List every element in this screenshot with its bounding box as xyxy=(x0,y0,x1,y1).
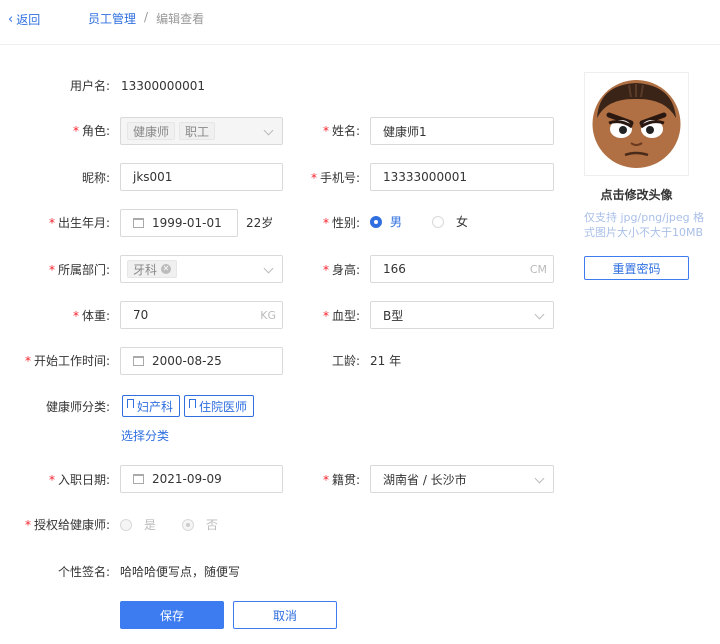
back-button[interactable]: ‹ 返回 xyxy=(8,11,40,28)
breadcrumb-separator: / xyxy=(144,10,149,24)
department-tag: 牙科 ✕ xyxy=(127,260,178,278)
origin-label: * 籍贯: xyxy=(322,473,360,487)
chevron-left-icon: ‹ xyxy=(8,12,14,27)
category-tag[interactable]: 妇产科 xyxy=(122,395,181,417)
select-category-link[interactable]: 选择分类 xyxy=(121,427,169,444)
gender-label: * 性别: xyxy=(322,216,360,230)
radio-unchecked-icon xyxy=(432,215,444,228)
chevron-down-icon xyxy=(534,309,545,320)
authorize-no-label: 否 xyxy=(206,518,219,532)
avatar-caption[interactable]: 点击修改头像 xyxy=(584,186,689,203)
birth-date-picker[interactable]: 1999-01-01 xyxy=(120,209,238,237)
gender-radio-female[interactable]: 女 xyxy=(432,213,468,230)
height-label: * 身高: xyxy=(322,263,360,277)
authorize-yes-label: 是 xyxy=(144,518,157,532)
authorize-label: * 授权给健康师: xyxy=(24,518,110,532)
calendar-icon xyxy=(133,474,144,484)
bookmark-icon xyxy=(189,398,196,408)
phone-label: * 手机号: xyxy=(310,171,360,185)
department-label: * 所属部门: xyxy=(48,263,110,277)
birth-value: 1999-01-01 xyxy=(152,216,222,230)
hire-date-label: * 入职日期: xyxy=(48,473,110,487)
calendar-icon xyxy=(133,356,144,366)
work-start-label: * 开始工作时间: xyxy=(24,354,110,368)
cancel-button[interactable]: 取消 xyxy=(233,601,337,629)
blood-type-select[interactable]: B型 xyxy=(370,301,554,329)
blood-label: * 血型: xyxy=(322,309,360,323)
close-icon[interactable]: ✕ xyxy=(161,264,172,274)
height-value: 166 xyxy=(383,262,406,276)
name-label: * 姓名: xyxy=(322,124,360,138)
bookmark-icon xyxy=(127,398,134,408)
breadcrumb: 员工管理 / 编辑查看 xyxy=(88,10,204,27)
gender-female-label: 女 xyxy=(456,215,469,229)
gender-radio-male[interactable]: 男 xyxy=(370,213,402,230)
seniority-value: 21 年 xyxy=(370,354,402,368)
category-label: 健康师分类: xyxy=(45,400,110,414)
phone-input[interactable]: 13333000001 xyxy=(370,163,554,191)
weight-label: * 体重: xyxy=(72,309,110,323)
username-value: 13300000001 xyxy=(121,79,205,93)
breadcrumb-employee-management[interactable]: 员工管理 xyxy=(88,10,136,27)
gender-male-label: 男 xyxy=(390,215,403,229)
height-unit: CM xyxy=(529,263,547,276)
username-label: 用户名: xyxy=(69,79,110,93)
signature-value: 哈哈哈便写点，随便写 xyxy=(120,565,241,579)
work-start-value: 2000-08-25 xyxy=(152,354,222,368)
save-button[interactable]: 保存 xyxy=(120,601,224,629)
radio-checked-icon xyxy=(370,215,382,228)
breadcrumb-current: 编辑查看 xyxy=(156,12,205,26)
role-label: * 角色: xyxy=(72,124,110,138)
origin-cascader[interactable]: 湖南省 / 长沙市 xyxy=(370,465,554,493)
origin-value: 湖南省 / 长沙市 xyxy=(383,472,467,487)
avatar-image xyxy=(592,80,681,168)
radio-unchecked-icon xyxy=(120,518,132,531)
back-label: 返回 xyxy=(16,13,41,27)
header-divider xyxy=(0,44,720,45)
weight-value: 70 xyxy=(133,308,149,322)
authorize-radio-yes[interactable]: 是 xyxy=(120,516,156,533)
authorize-radio-no[interactable]: 否 xyxy=(182,516,218,533)
calendar-icon xyxy=(133,218,144,228)
category-tag[interactable]: 住院医师 xyxy=(184,395,255,417)
avatar-upload-hint: 仅支持 jpg/png/jpeg 格式图片大小不大于10MB xyxy=(584,211,705,239)
nickname-label: 昵称: xyxy=(81,171,110,185)
reset-password-button[interactable]: 重置密码 xyxy=(584,256,689,280)
blood-value: B型 xyxy=(383,308,404,323)
role-tag: 职工 xyxy=(179,122,216,140)
name-input[interactable]: 健康师1 xyxy=(370,117,554,145)
hire-date-value: 2021-09-09 xyxy=(152,472,222,486)
chevron-down-icon xyxy=(534,473,545,484)
avatar[interactable] xyxy=(584,72,689,176)
signature-label: 个性签名: xyxy=(57,565,110,579)
height-input[interactable]: 166 CM xyxy=(370,255,554,283)
radio-checked-icon xyxy=(182,518,194,531)
role-tag: 健康师 xyxy=(127,122,176,140)
seniority-label: 工龄: xyxy=(331,354,360,368)
birth-label: * 出生年月: xyxy=(48,216,110,230)
